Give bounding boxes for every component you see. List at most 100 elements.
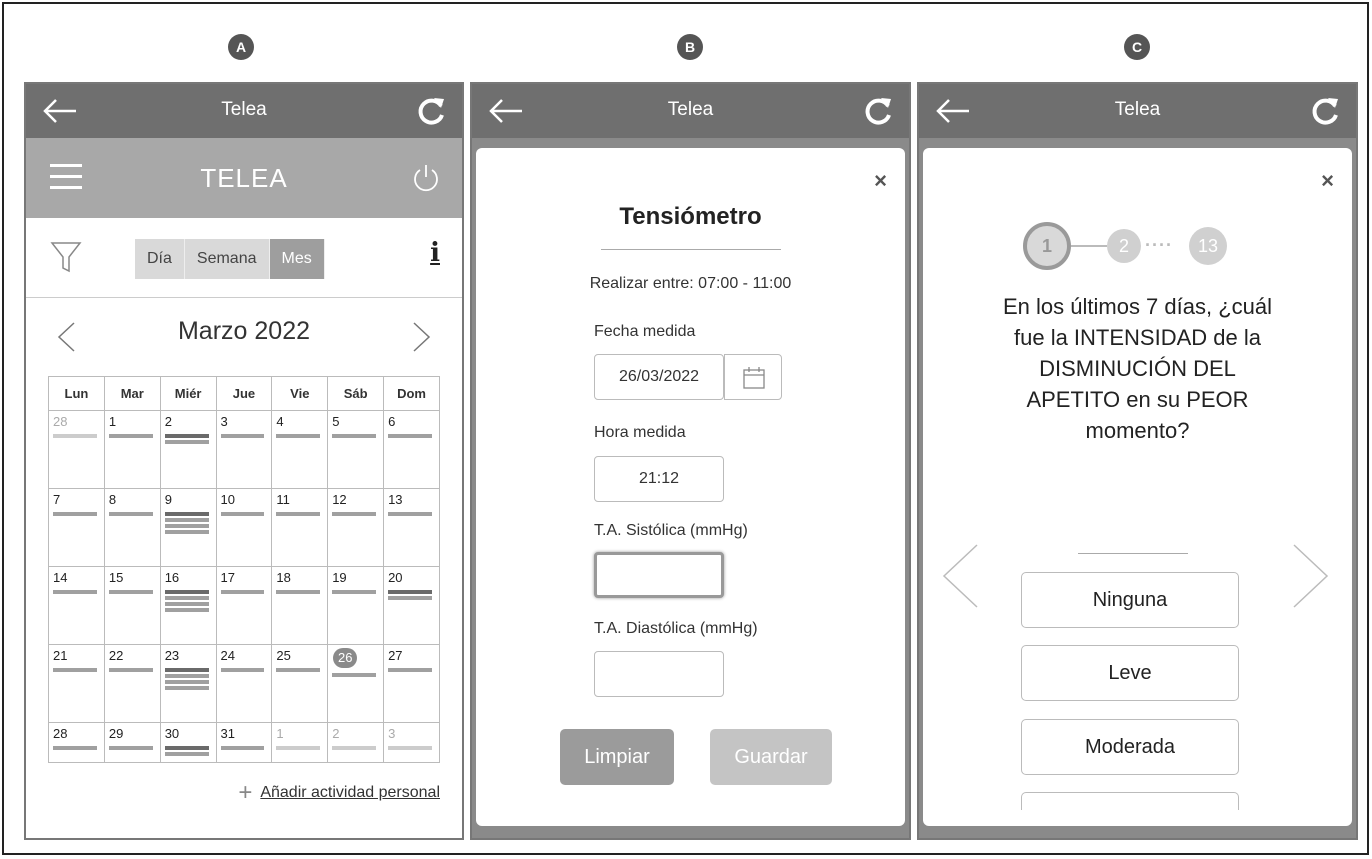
activity-bar[interactable] bbox=[276, 746, 321, 750]
day-cell[interactable]: 21 bbox=[48, 644, 105, 723]
day-cell[interactable]: 29 bbox=[103, 722, 161, 763]
day-cell[interactable]: 26 bbox=[327, 644, 385, 723]
day-cell[interactable]: 19 bbox=[327, 566, 385, 645]
day-cell[interactable]: 11 bbox=[271, 488, 329, 567]
day-cell[interactable]: 16 bbox=[159, 566, 217, 645]
activity-bar[interactable] bbox=[53, 590, 97, 594]
day-cell[interactable]: 22 bbox=[103, 644, 161, 723]
filter-icon[interactable] bbox=[50, 240, 82, 274]
activity-bar[interactable] bbox=[332, 434, 377, 438]
tab-semana[interactable]: Semana bbox=[184, 239, 270, 279]
time-field[interactable]: 21:12 bbox=[594, 456, 724, 502]
day-cell[interactable]: 14 bbox=[48, 566, 105, 645]
activity-bar[interactable] bbox=[332, 512, 377, 516]
option-ninguna[interactable]: Ninguna bbox=[1021, 572, 1239, 628]
activity-bar[interactable] bbox=[332, 590, 377, 594]
activity-bar[interactable] bbox=[108, 590, 153, 594]
day-cell[interactable]: 23 bbox=[159, 644, 217, 723]
day-cell[interactable]: 25 bbox=[271, 644, 329, 723]
activity-bar[interactable] bbox=[164, 524, 209, 528]
activity-bar[interactable] bbox=[164, 680, 209, 684]
day-cell[interactable]: 1 bbox=[271, 722, 329, 763]
day-cell[interactable]: 4 bbox=[271, 410, 329, 489]
option-moderada[interactable]: Moderada bbox=[1021, 719, 1239, 775]
activity-bar[interactable] bbox=[388, 434, 432, 438]
info-icon[interactable]: i bbox=[430, 238, 440, 268]
activity-bar[interactable] bbox=[164, 518, 209, 522]
activity-bar[interactable] bbox=[164, 596, 209, 600]
option-leve[interactable]: Leve bbox=[1021, 645, 1239, 701]
day-cell[interactable]: 3 bbox=[383, 722, 440, 763]
activity-bar[interactable] bbox=[332, 746, 377, 750]
power-icon[interactable] bbox=[410, 162, 442, 194]
activity-bar[interactable] bbox=[276, 590, 321, 594]
date-field[interactable]: 26/03/2022 bbox=[594, 354, 724, 400]
activity-bar[interactable] bbox=[388, 746, 432, 750]
save-button[interactable]: Guardar bbox=[710, 729, 832, 785]
activity-bar[interactable] bbox=[53, 668, 97, 672]
systolic-input[interactable] bbox=[594, 552, 724, 598]
next-question-icon[interactable] bbox=[1292, 543, 1330, 609]
activity-bar[interactable] bbox=[388, 512, 432, 516]
activity-bar[interactable] bbox=[108, 434, 153, 438]
activity-bar[interactable] bbox=[53, 746, 97, 750]
day-cell[interactable]: 9 bbox=[159, 488, 217, 567]
activity-bar[interactable] bbox=[164, 752, 209, 756]
calendar-picker-button[interactable] bbox=[724, 354, 782, 400]
activity-bar[interactable] bbox=[220, 746, 265, 750]
day-cell[interactable]: 15 bbox=[103, 566, 161, 645]
day-cell[interactable]: 24 bbox=[215, 644, 273, 723]
day-cell[interactable]: 5 bbox=[327, 410, 385, 489]
tab-mes[interactable]: Mes bbox=[269, 239, 325, 279]
activity-bar[interactable] bbox=[164, 530, 209, 534]
activity-bar[interactable] bbox=[388, 596, 432, 600]
activity-bar[interactable] bbox=[53, 434, 97, 438]
activity-bar[interactable] bbox=[276, 512, 321, 516]
close-icon[interactable]: × bbox=[1321, 168, 1334, 194]
day-cell[interactable]: 10 bbox=[215, 488, 273, 567]
add-activity-link[interactable]: + Añadir actividad personal bbox=[238, 779, 440, 807]
activity-bar[interactable] bbox=[164, 674, 209, 678]
close-icon[interactable]: × bbox=[874, 168, 887, 194]
activity-bar[interactable] bbox=[220, 668, 265, 672]
activity-bar[interactable] bbox=[108, 668, 153, 672]
day-cell[interactable]: 30 bbox=[159, 722, 217, 763]
day-cell[interactable]: 3 bbox=[215, 410, 273, 489]
activity-bar[interactable] bbox=[220, 434, 265, 438]
day-cell[interactable]: 13 bbox=[383, 488, 440, 567]
activity-bar[interactable] bbox=[108, 746, 153, 750]
tab-dia[interactable]: Día bbox=[135, 239, 185, 279]
day-cell[interactable]: 8 bbox=[103, 488, 161, 567]
activity-bar[interactable] bbox=[220, 512, 265, 516]
activity-bar[interactable] bbox=[164, 590, 209, 594]
day-cell[interactable]: 2 bbox=[159, 410, 217, 489]
day-cell[interactable]: 31 bbox=[215, 722, 273, 763]
activity-bar[interactable] bbox=[332, 673, 377, 677]
day-cell[interactable]: 6 bbox=[383, 410, 440, 489]
activity-bar[interactable] bbox=[164, 602, 209, 606]
day-cell[interactable]: 27 bbox=[383, 644, 440, 723]
day-cell[interactable]: 7 bbox=[48, 488, 105, 567]
day-cell[interactable]: 2 bbox=[327, 722, 385, 763]
day-cell[interactable]: 20 bbox=[383, 566, 440, 645]
refresh-icon[interactable] bbox=[861, 94, 895, 128]
activity-bar[interactable] bbox=[108, 512, 153, 516]
activity-bar[interactable] bbox=[164, 440, 209, 444]
activity-bar[interactable] bbox=[164, 668, 209, 672]
activity-bar[interactable] bbox=[164, 434, 209, 438]
activity-bar[interactable] bbox=[164, 686, 209, 690]
activity-bar[interactable] bbox=[276, 434, 321, 438]
day-cell[interactable]: 18 bbox=[271, 566, 329, 645]
day-cell[interactable]: 1 bbox=[103, 410, 161, 489]
day-cell[interactable]: 17 bbox=[215, 566, 273, 645]
day-cell[interactable]: 28 bbox=[48, 410, 105, 489]
activity-bar[interactable] bbox=[276, 668, 321, 672]
activity-bar[interactable] bbox=[220, 590, 265, 594]
option-partial[interactable] bbox=[1021, 792, 1239, 810]
refresh-icon[interactable] bbox=[1308, 94, 1342, 128]
activity-bar[interactable] bbox=[53, 512, 97, 516]
day-cell[interactable]: 28 bbox=[48, 722, 105, 763]
next-month-icon[interactable] bbox=[412, 321, 432, 353]
day-cell[interactable]: 12 bbox=[327, 488, 385, 567]
clear-button[interactable]: Limpiar bbox=[560, 729, 674, 785]
